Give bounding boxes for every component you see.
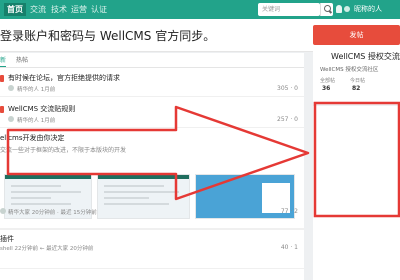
stat-label: 今日帖 — [350, 78, 366, 84]
notice-text: 登录账户和密码与 WellCMS 官方同步。 — [0, 29, 216, 43]
tab-hot[interactable]: 热帖 — [16, 55, 28, 66]
thread-list: 新 热帖 有时候在论坛，官方拒绝提供的请求 精华的人 1月前 305 · 0 W… — [0, 53, 304, 280]
nav-tech[interactable]: 技术 — [51, 3, 67, 16]
avatar — [8, 85, 14, 91]
thread-row[interactable]: 有时候在论坛，官方拒绝提供的请求 精华的人 1月前 305 · 0 — [0, 69, 304, 97]
avatar — [8, 116, 14, 122]
stat-value: 82 — [352, 85, 361, 92]
nav-ops[interactable]: 运营 — [71, 3, 87, 16]
search-input[interactable]: 关键词 — [258, 3, 320, 16]
forum-info-card: WellCMS 授权交流社区 WellCMS 授权交流社区 全部帖 36 今日帖… — [313, 45, 400, 102]
stat-value: 36 — [322, 85, 331, 92]
forum-subtitle: WellCMS 授权交流社区 — [320, 67, 379, 73]
top-navbar: 首页 交流 技术 运营 认证 关键词 昵称的人 — [0, 0, 400, 19]
thread-tabs: 新 热帖 — [0, 53, 304, 68]
thread-stats: 77 · 2 — [280, 208, 298, 215]
thread-meta: 精华大家 20分钟前 · 最近 15分钟前 — [8, 210, 97, 216]
thread-meta: 精华的人 1月前 — [17, 87, 56, 93]
thread-stats: 257 · 0 — [277, 116, 298, 123]
thread-stats: 305 · 0 — [277, 85, 298, 92]
thread-row[interactable]: 插件 shell 22分钟前 ← 最近大家 20分钟前 40 · 1 — [0, 229, 304, 269]
forum-title[interactable]: WellCMS 授权交流社区 — [331, 51, 400, 62]
thread-meta: 精华的人 1月前 — [17, 118, 56, 124]
tab-new[interactable]: 新 — [0, 55, 7, 67]
thread-thumbnail[interactable] — [97, 174, 190, 219]
top-badge — [0, 75, 4, 82]
top-badge — [0, 106, 4, 113]
thread-title[interactable]: WellCMS 交流贴规则 — [8, 104, 75, 114]
thread-row[interactable]: WellCMS 交流贴规则 精华的人 1月前 257 · 0 — [0, 98, 304, 128]
search-icon[interactable] — [320, 3, 333, 16]
thread-excerpt: 交流一些对于框架的改进，不限于本版块的开发 — [0, 147, 127, 154]
publish-button[interactable]: 发帖 — [313, 25, 400, 45]
thread-title[interactable]: 插件 — [0, 234, 14, 244]
user-icon[interactable] — [344, 6, 350, 12]
thread-title[interactable]: ellcms开发由你决定 — [0, 133, 65, 143]
thread-title[interactable]: 有时候在论坛，官方拒绝提供的请求 — [8, 73, 120, 83]
nav-home[interactable]: 首页 — [4, 3, 26, 16]
stat-label: 全部帖 — [320, 78, 336, 84]
nav-cert[interactable]: 认证 — [91, 3, 107, 16]
sidebar-panel — [313, 106, 400, 280]
avatar — [0, 208, 6, 214]
bell-icon[interactable] — [336, 5, 342, 13]
thread-stats: 40 · 1 — [280, 244, 298, 251]
thread-meta: shell 22分钟前 ← 最近大家 20分钟前 — [0, 246, 94, 252]
nav-discuss[interactable]: 交流 — [30, 3, 46, 16]
user-name[interactable]: 昵称的人 — [354, 3, 382, 16]
